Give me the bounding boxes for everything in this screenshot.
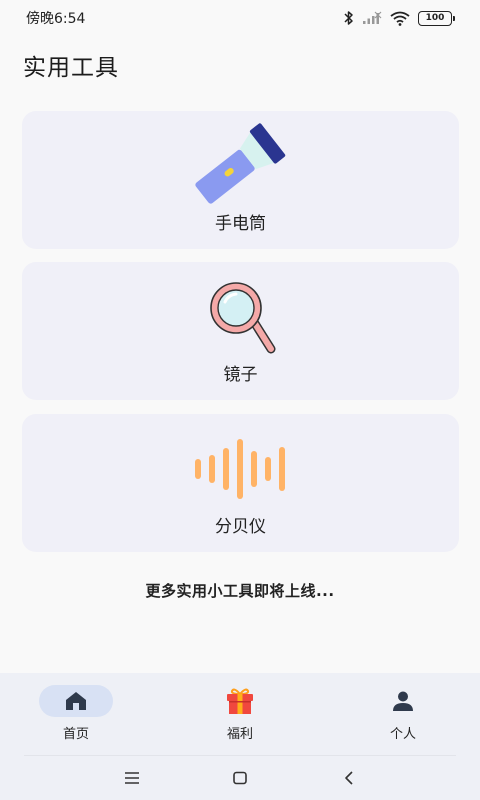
menu-icon[interactable] — [122, 768, 142, 788]
status-time: 傍晚6:54 — [26, 11, 86, 27]
nav-welfare-label: 福利 — [226, 727, 253, 742]
battery-icon: 100 — [418, 10, 455, 26]
status-icons: 100 — [344, 10, 455, 26]
decibel-label: 分贝仪 — [215, 517, 266, 537]
nav-profile[interactable]: 个人 — [353, 685, 453, 747]
bluetooth-icon — [344, 11, 353, 25]
wifi-icon — [390, 11, 410, 26]
status-bar: 傍晚6:54 100 — [0, 0, 480, 36]
flashlight-label: 手电筒 — [215, 214, 266, 234]
gift-icon — [227, 688, 253, 714]
home-square-icon[interactable] — [230, 768, 250, 788]
nav-profile-icon-pill — [366, 685, 440, 717]
system-nav — [0, 756, 480, 800]
nav-home-icon-pill — [39, 685, 113, 717]
nav-home[interactable]: 首页 — [26, 685, 126, 747]
flashlight-card[interactable]: 手电筒 — [22, 111, 459, 249]
decibel-card[interactable]: 分贝仪 — [22, 414, 459, 552]
nav-welfare[interactable]: 福利 — [190, 685, 290, 747]
flashlight-icon — [195, 123, 286, 204]
mirror-card[interactable]: 镜子 — [22, 262, 459, 400]
magnifier-mirror-icon — [210, 282, 276, 354]
page-title: 实用工具 — [23, 55, 119, 81]
person-icon — [393, 691, 413, 711]
home-icon — [66, 692, 86, 710]
back-icon[interactable] — [340, 768, 360, 788]
coming-soon-text: 更多实用小工具即将上线... — [145, 582, 335, 600]
sound-wave-icon — [195, 439, 285, 499]
nav-welfare-icon-pill — [203, 685, 277, 717]
bottom-nav: 首页 福利 个人 — [0, 673, 480, 756]
mirror-label: 镜子 — [223, 365, 258, 385]
signal-icon — [363, 11, 382, 24]
nav-profile-label: 个人 — [389, 727, 416, 742]
nav-home-label: 首页 — [62, 727, 89, 742]
